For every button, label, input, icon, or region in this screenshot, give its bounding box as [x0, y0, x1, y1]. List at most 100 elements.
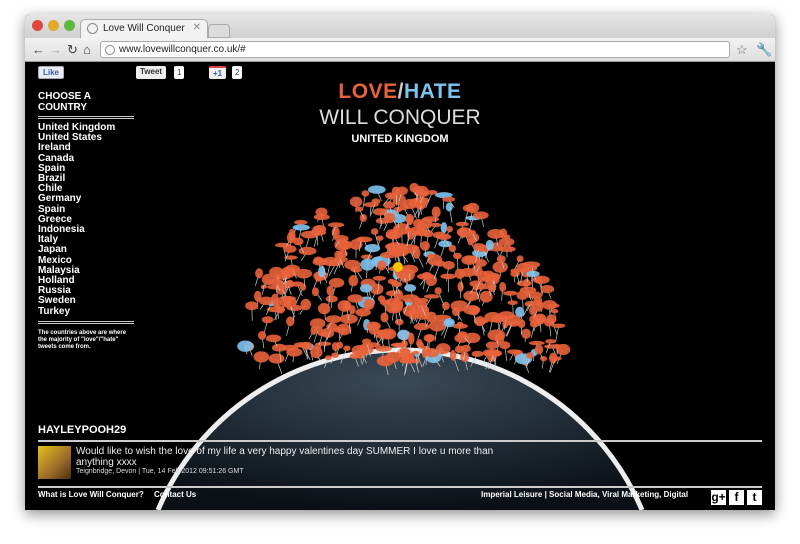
love-marker [431, 206, 441, 218]
love-marker [245, 301, 259, 311]
bookmark-star-icon[interactable]: ☆ [736, 42, 748, 58]
love-marker [325, 315, 342, 324]
love-marker [294, 219, 308, 225]
love-marker [533, 313, 547, 325]
love-marker [265, 334, 282, 343]
facebook-like-button[interactable]: Like [38, 66, 65, 79]
love-marker [331, 342, 339, 351]
love-marker [376, 355, 394, 367]
love-marker [380, 312, 389, 323]
contact-link[interactable]: Contact Us [154, 490, 196, 499]
sidebar-note: The countries above are where the majori… [38, 329, 127, 350]
close-window-button[interactable] [32, 20, 43, 31]
new-tab-button[interactable] [208, 24, 230, 38]
love-marker [526, 352, 534, 359]
love-marker [461, 255, 478, 265]
address-bar[interactable]: www.lovewillconquer.co.uk/# [100, 41, 730, 58]
love-marker [361, 190, 370, 197]
love-marker [394, 318, 404, 326]
love-marker [473, 211, 489, 220]
love-marker [271, 343, 287, 352]
love-marker [474, 315, 486, 327]
love-marker [517, 319, 526, 329]
love-marker [492, 261, 508, 273]
love-marker [552, 323, 566, 329]
love-marker [450, 300, 469, 312]
credit-link[interactable]: Imperial Leisure | Social Media, Viral M… [481, 490, 688, 499]
hate-marker [440, 222, 448, 234]
hate-marker [367, 185, 386, 194]
current-country: UNITED KINGDOM [351, 133, 449, 145]
love-marker [540, 355, 548, 362]
reload-icon[interactable]: ↻ [67, 42, 78, 58]
love-marker [408, 332, 415, 345]
tab-bar: Love Will Conquer ✕ [25, 14, 775, 38]
user-avatar [38, 446, 71, 479]
love-marker [420, 241, 430, 251]
love-marker [427, 253, 434, 259]
love-marker [455, 221, 469, 227]
love-marker [281, 272, 289, 278]
love-marker [349, 196, 363, 208]
home-icon[interactable]: ⌂ [83, 42, 91, 57]
love-marker [454, 345, 465, 354]
love-marker [498, 237, 515, 247]
love-marker [390, 342, 408, 348]
love-marker [338, 240, 353, 250]
twitter-icon[interactable]: t [747, 490, 762, 505]
love-marker [401, 294, 420, 303]
love-marker [312, 257, 328, 266]
love-marker [325, 295, 338, 303]
love-marker [521, 328, 531, 339]
love-marker [516, 255, 524, 263]
sidebar-heading: CHOOSE A COUNTRY [38, 91, 134, 119]
love-marker [313, 326, 323, 332]
forward-icon[interactable]: → [49, 42, 62, 57]
love-marker [357, 236, 365, 242]
love-marker [261, 316, 274, 324]
love-marker [268, 353, 285, 364]
back-icon[interactable]: ← [32, 42, 45, 57]
minimize-window-button[interactable] [48, 20, 59, 31]
love-marker [253, 351, 270, 363]
country-link[interactable]: Turkey [38, 306, 134, 317]
love-marker [310, 229, 327, 236]
hate-marker [443, 318, 455, 328]
google-plus-icon[interactable]: g+ [711, 490, 726, 505]
globe-icon [87, 23, 98, 34]
tweet-username: HAYLEYPOOH29 [38, 424, 127, 436]
love-marker [355, 308, 371, 317]
love-marker [534, 344, 544, 355]
zoom-window-button[interactable] [64, 20, 75, 31]
about-link[interactable]: What is Love Will Conquer? [38, 490, 144, 499]
love-marker [414, 301, 428, 307]
love-marker [423, 294, 440, 299]
wrench-icon[interactable]: 🔧 [756, 42, 772, 58]
hate-marker [485, 239, 494, 251]
love-marker [457, 331, 468, 338]
url-text: www.lovewillconquer.co.uk/# [119, 44, 246, 55]
love-marker [522, 261, 541, 268]
love-marker [462, 204, 475, 212]
love-marker [416, 339, 423, 348]
browser-tab[interactable]: Love Will Conquer ✕ [80, 19, 208, 38]
love-marker [261, 273, 275, 286]
love-marker [376, 235, 384, 241]
love-marker [326, 322, 338, 331]
love-marker [499, 281, 507, 292]
love-marker [432, 231, 446, 239]
love-marker [363, 298, 375, 310]
google-plusone-button[interactable]: +1 [209, 66, 227, 79]
love-marker [458, 227, 468, 238]
logo-title: LOVE/HATE [25, 80, 775, 104]
tweet-button[interactable]: Tweet [136, 66, 167, 79]
love-marker [535, 300, 544, 312]
love-marker [372, 275, 387, 281]
love-marker [326, 285, 334, 296]
love-marker [425, 311, 437, 323]
love-marker [300, 298, 312, 311]
close-tab-icon[interactable]: ✕ [193, 22, 201, 33]
page-content: Like Tweet 1 +1 2 LOVE/HATE WILL CONQUER… [25, 62, 775, 510]
love-marker [361, 254, 373, 260]
facebook-icon[interactable]: f [729, 490, 744, 505]
